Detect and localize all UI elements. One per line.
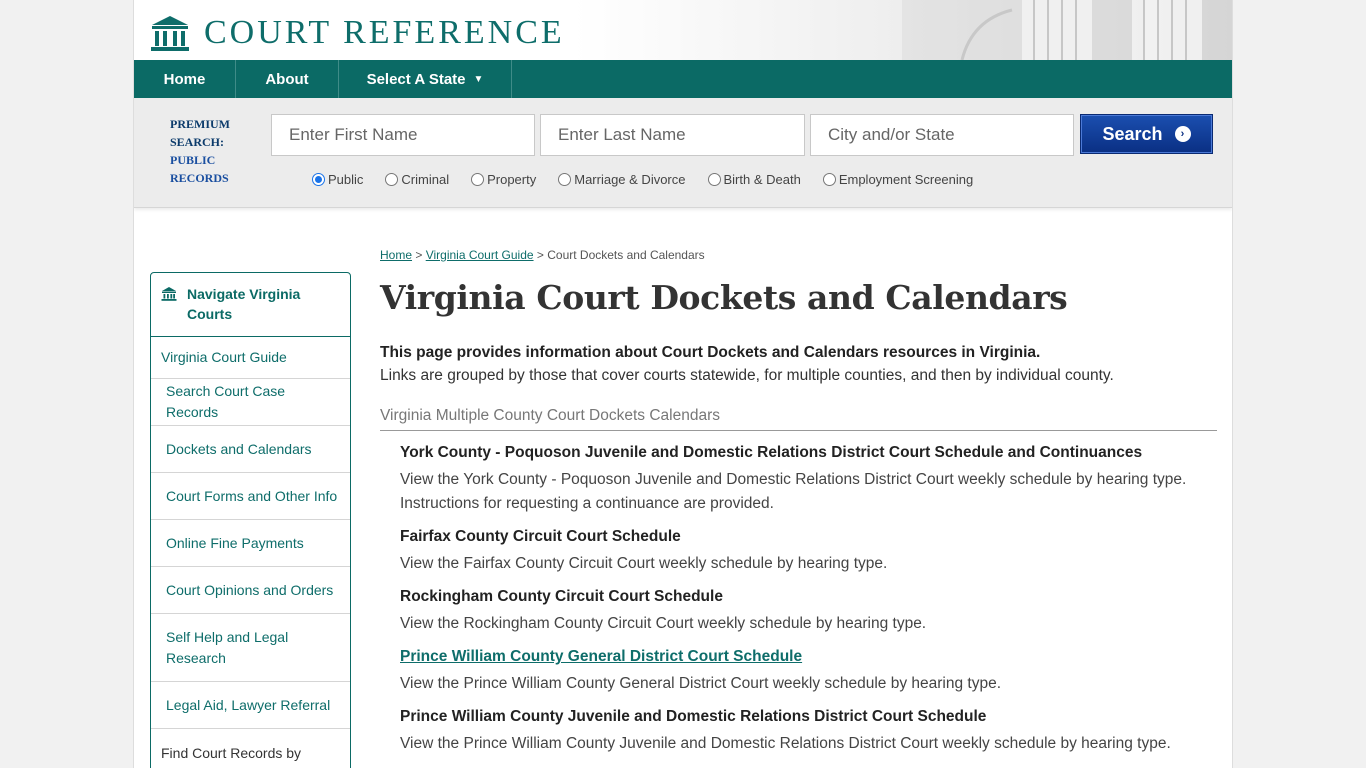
brand-name: COURT REFERENCE — [204, 14, 565, 51]
page: COURT REFERENCE Home About Select A Stat… — [133, 0, 1233, 768]
page-intro: This page provides information about Cou… — [380, 341, 1217, 387]
chevron-right-icon: › — [1174, 126, 1191, 142]
sidebar-header: Navigate Virginia Courts — [151, 273, 350, 337]
sidebar-item-find-by-county[interactable]: Find Court Records by Virginia County — [151, 729, 350, 768]
main-nav: Home About Select A State ▼ — [134, 60, 1232, 98]
resource-description: View the Prince William County General D… — [400, 675, 1002, 692]
sidebar-item-label: Court Forms and Other Info — [166, 487, 338, 504]
list-item: Prince William County General District C… — [400, 645, 1217, 696]
intro-text: Links are grouped by those that cover co… — [380, 367, 1114, 384]
sidebar-item-online-fine-payments[interactable]: Online Fine Payments — [151, 520, 350, 567]
main-content: Home > Virginia Court Guide > Court Dock… — [380, 248, 1217, 765]
premium-label-line2: SEARCH: — [170, 135, 225, 149]
radio-label: Birth & Death — [723, 172, 801, 187]
radio-dot[interactable] — [312, 173, 325, 186]
list-item: York County - Poquoson Juvenile and Dome… — [400, 441, 1217, 516]
sidebar-item-dockets-and-calendars[interactable]: Dockets and Calendars — [151, 426, 350, 473]
radio-birth-death[interactable]: Birth & Death — [707, 172, 801, 187]
radio-label: Employment Screening — [838, 172, 974, 187]
nav-home[interactable]: Home — [134, 60, 236, 98]
sidebar-item-label: Court Opinions and Orders — [166, 581, 334, 598]
breadcrumb-home[interactable]: Home — [380, 248, 412, 262]
section-title: Virginia Multiple County Court Dockets C… — [380, 407, 1217, 431]
breadcrumb-separator: > — [533, 248, 548, 262]
sidebar-item-label: Search Court Case Records — [166, 383, 286, 420]
sidebar-item-label: Online Fine Payments — [166, 534, 304, 551]
radio-dot[interactable] — [385, 173, 399, 186]
sidebar-item-label: Legal Aid, Lawyer Referral — [166, 696, 331, 713]
resource-description: View the Fairfax County Circuit Court we… — [400, 555, 888, 572]
courthouse-columns-banner — [902, 0, 1232, 60]
sidebar-item-virginia-court-guide[interactable]: Virginia Court Guide — [151, 337, 350, 379]
list-item: Prince William County Juvenile and Domes… — [400, 705, 1217, 756]
radio-label: Public — [328, 172, 364, 187]
resource-description: View the Rockingham County Circuit Court… — [400, 615, 927, 632]
search-button-label: Search — [1102, 123, 1163, 144]
radio-property[interactable]: Property — [471, 172, 536, 187]
breadcrumb-separator: > — [412, 248, 426, 262]
intro-bold: This page provides information about Cou… — [380, 344, 1041, 361]
resource-description: View the York County - Poquoson Juvenile… — [400, 471, 1187, 512]
sidebar-item-search-court-case-records[interactable]: Search Court Case Records — [151, 379, 350, 426]
premium-search-label: PREMIUM SEARCH: PUBLIC RECORDS — [170, 115, 230, 187]
nav-select-state-label: Select A State — [366, 70, 466, 88]
radio-employment-screening[interactable]: Employment Screening — [822, 172, 974, 187]
premium-label-line4: RECORDS — [170, 171, 229, 185]
courthouse-icon — [161, 287, 177, 301]
nav-about[interactable]: About — [236, 60, 339, 98]
city-state-input[interactable] — [810, 114, 1074, 156]
radio-label: Marriage & Divorce — [574, 172, 686, 187]
breadcrumb-virginia-court-guide[interactable]: Virginia Court Guide — [426, 248, 534, 262]
sidebar-item-label: Virginia Court Guide — [161, 349, 287, 365]
radio-dot[interactable] — [558, 173, 572, 186]
search-button[interactable]: Search › — [1080, 114, 1213, 154]
breadcrumb: Home > Virginia Court Guide > Court Dock… — [380, 248, 1217, 262]
sidebar-title: Navigate Virginia Courts — [187, 286, 301, 322]
radio-dot[interactable] — [822, 173, 836, 186]
resource-title[interactable]: Rockingham County Circuit Court Schedule — [400, 585, 1217, 609]
page-title: Virginia Court Dockets and Calendars — [380, 278, 1068, 317]
resource-title[interactable]: Prince William County Juvenile and Domes… — [400, 705, 1217, 729]
sidebar-item-self-help[interactable]: Self Help and Legal Research — [151, 614, 350, 682]
radio-public[interactable]: Public — [312, 172, 363, 187]
premium-search-bar: PREMIUM SEARCH: PUBLIC RECORDS Search › … — [134, 98, 1232, 208]
nav-home-label: Home — [163, 70, 206, 88]
breadcrumb-current: Court Dockets and Calendars — [547, 248, 705, 262]
list-item: Rockingham County Circuit Court Schedule… — [400, 585, 1217, 636]
radio-label: Property — [487, 172, 537, 187]
resource-title[interactable]: York County - Poquoson Juvenile and Dome… — [400, 441, 1217, 465]
nav-select-state[interactable]: Select A State ▼ — [339, 60, 512, 98]
radio-criminal[interactable]: Criminal — [385, 172, 449, 187]
resource-title-link[interactable]: Prince William County General District C… — [400, 645, 1217, 669]
list-item: Fairfax County Circuit Court Schedule Vi… — [400, 525, 1217, 576]
sidebar-item-court-forms[interactable]: Court Forms and Other Info — [151, 473, 350, 520]
record-type-options: Public Criminal Property Marriage & Divo… — [312, 172, 995, 187]
radio-dot[interactable] — [471, 173, 485, 186]
resource-list: York County - Poquoson Juvenile and Dome… — [380, 441, 1217, 756]
sidebar-item-court-opinions[interactable]: Court Opinions and Orders — [151, 567, 350, 614]
caret-down-icon: ▼ — [473, 73, 484, 85]
nav-about-label: About — [265, 70, 309, 88]
sidebar-item-label: Self Help and Legal Research — [166, 628, 289, 666]
courthouse-icon — [151, 16, 189, 51]
sidebar-nav: Navigate Virginia Courts Virginia Court … — [150, 272, 351, 768]
premium-label-line1: PREMIUM — [170, 117, 230, 131]
brand-logo[interactable]: COURT REFERENCE — [150, 14, 565, 52]
radio-marriage-divorce[interactable]: Marriage & Divorce — [558, 172, 686, 187]
radio-label: Criminal — [401, 172, 450, 187]
sidebar-item-legal-aid[interactable]: Legal Aid, Lawyer Referral — [151, 682, 350, 729]
sidebar-item-label: Dockets and Calendars — [166, 440, 312, 457]
last-name-input[interactable] — [540, 114, 805, 156]
first-name-input[interactable] — [271, 114, 535, 156]
resource-description: View the Prince William County Juvenile … — [400, 735, 1171, 752]
resource-title[interactable]: Fairfax County Circuit Court Schedule — [400, 525, 1217, 549]
sidebar-item-label: Find Court Records by Virginia County — [161, 745, 302, 768]
radio-dot[interactable] — [707, 173, 721, 186]
premium-label-line3: PUBLIC — [170, 153, 216, 167]
site-header: COURT REFERENCE — [134, 0, 1232, 60]
